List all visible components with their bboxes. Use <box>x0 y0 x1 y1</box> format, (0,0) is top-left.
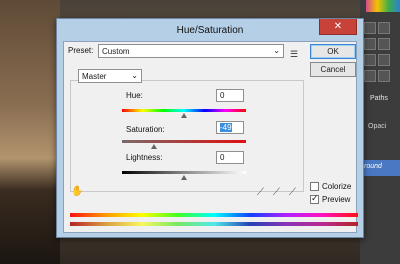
panel-tool-button[interactable] <box>378 38 390 50</box>
saturation-input[interactable]: -49 <box>216 121 244 134</box>
close-icon: ✕ <box>333 21 343 32</box>
hue-slider-track[interactable] <box>122 109 246 112</box>
panel-tool-button[interactable] <box>364 22 376 34</box>
hue-label: Hue: <box>126 91 143 100</box>
panel-tool-button[interactable] <box>378 22 390 34</box>
preset-value: Custom <box>102 47 130 56</box>
lightness-slider-track[interactable] <box>122 171 246 174</box>
ok-button[interactable]: OK <box>310 44 356 59</box>
eyedropper-icon[interactable]: ⟋ <box>257 187 264 198</box>
panel-tool-button[interactable] <box>378 70 390 82</box>
layer-name: round <box>364 163 382 170</box>
hue-input[interactable]: 0 <box>216 89 244 102</box>
panel-tool-button[interactable] <box>364 70 376 82</box>
chevron-down-icon: ⌄ <box>131 71 138 80</box>
tab-paths[interactable]: Paths <box>370 95 388 102</box>
saturation-value: -49 <box>220 123 232 132</box>
adjustment-group <box>70 80 304 192</box>
cancel-button[interactable]: Cancel <box>310 62 356 77</box>
lightness-input[interactable]: 0 <box>216 151 244 164</box>
background-photo <box>0 0 60 264</box>
chevron-down-icon: ⌄ <box>273 46 280 55</box>
close-button[interactable]: ✕ <box>319 19 357 35</box>
swatches-strip <box>366 0 400 12</box>
hue-slider-thumb[interactable] <box>181 113 187 118</box>
preview-checkbox[interactable] <box>310 193 319 204</box>
menu-icon[interactable]: ☰ <box>290 49 300 59</box>
channel-value: Master <box>82 72 107 81</box>
input-color-bar <box>70 213 358 217</box>
dialog-title: Hue/Saturation <box>176 25 244 36</box>
saturation-slider-track[interactable] <box>122 140 246 143</box>
layer-row-background[interactable]: round <box>360 160 400 176</box>
preset-select[interactable]: Custom ⌄ <box>98 44 284 58</box>
panel-tool-button[interactable] <box>378 54 390 66</box>
opacity-label: Opaci <box>368 123 387 130</box>
output-color-bar <box>70 222 358 226</box>
preset-label: Preset: <box>68 46 94 55</box>
colorize-label: Colorize <box>322 182 352 191</box>
lightness-slider-thumb[interactable] <box>181 175 187 180</box>
saturation-label: Saturation: <box>126 125 165 134</box>
eyedropper-plus-icon[interactable]: ⟋ <box>273 187 280 198</box>
saturation-slider-thumb[interactable] <box>150 144 157 149</box>
preview-label: Preview <box>322 195 351 204</box>
panel-tool-button[interactable] <box>364 38 376 50</box>
title-bar[interactable]: Hue/Saturation ✕ <box>57 19 363 41</box>
eyedropper-minus-icon[interactable]: ⟋ <box>289 187 296 198</box>
panel-tool-button[interactable] <box>364 54 376 66</box>
lightness-label: Lightness: <box>126 153 163 162</box>
colorize-checkbox[interactable] <box>310 182 319 191</box>
channel-select[interactable]: Master ⌄ <box>78 69 142 83</box>
hand-icon[interactable]: ✋ <box>71 186 83 197</box>
